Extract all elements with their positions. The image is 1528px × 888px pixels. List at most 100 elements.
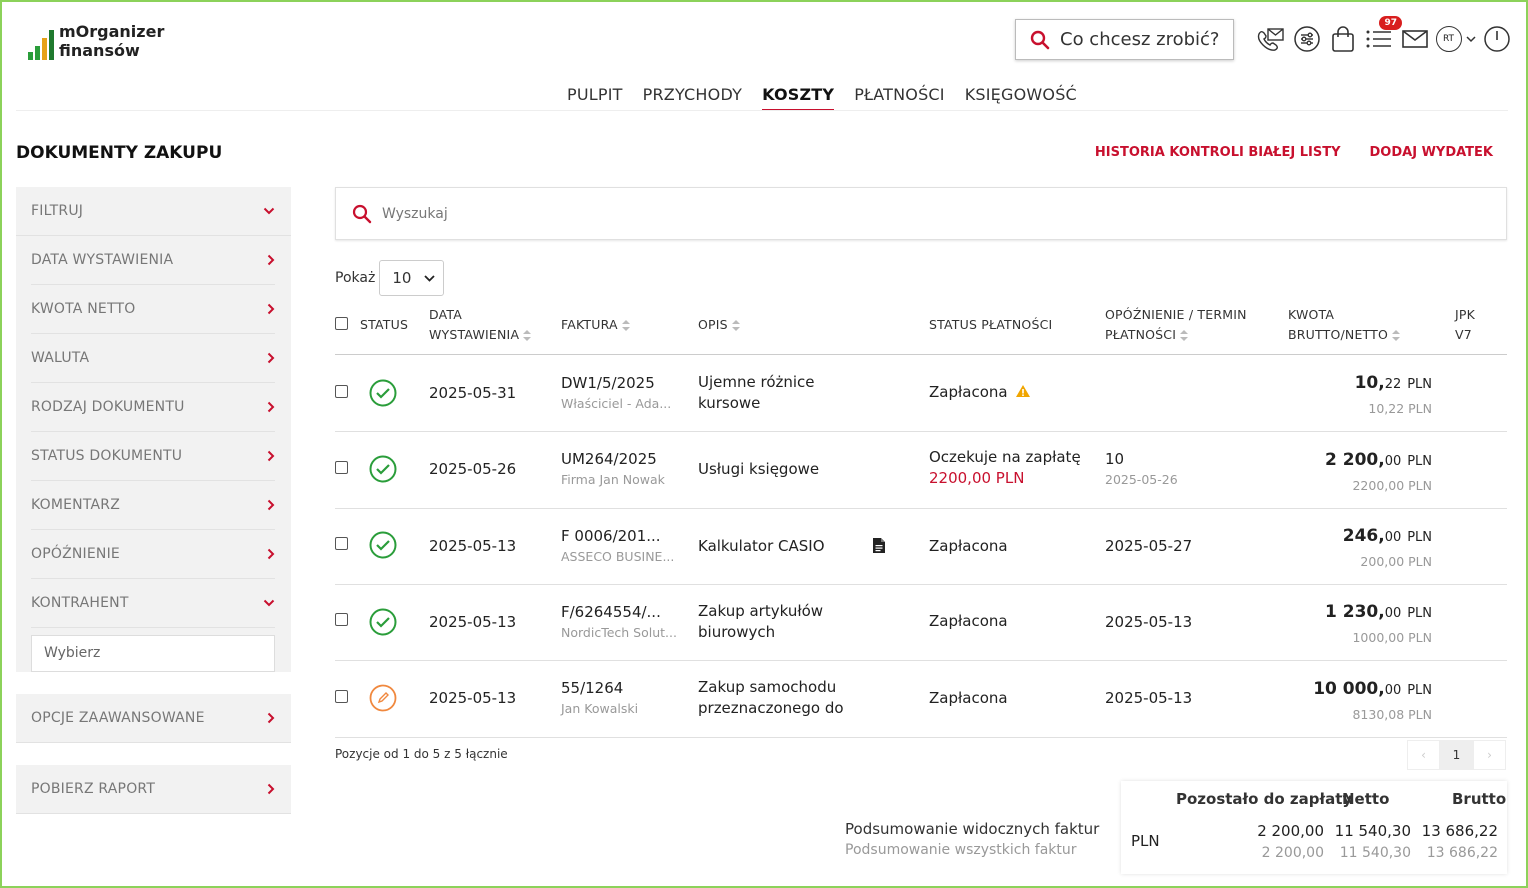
table-search-input[interactable]: Wyszukaj	[335, 187, 1507, 240]
phone-mail-icon[interactable]	[1254, 22, 1288, 56]
prev-page-button[interactable]: ‹	[1407, 740, 1440, 770]
col-description[interactable]: OPIS	[698, 315, 740, 335]
sidebar-item-contractor[interactable]: KONTRAHENT	[31, 579, 275, 628]
advanced-options-label: OPCJE ZAAWANSOWANE	[31, 710, 205, 726]
add-expense-link[interactable]: DODAJ WYDATEK	[1370, 145, 1493, 160]
col-delay[interactable]: OPÓŹNIENIE / TERMIN PŁATNOŚCI	[1105, 305, 1247, 345]
invoice-number[interactable]: 55/1264	[561, 679, 638, 697]
delay-cell: 2025-05-13	[1105, 689, 1193, 707]
table-row[interactable]: 2025-05-13 55/1264 Jan Kowalski Zakup sam…	[335, 661, 1507, 738]
sidebar-item-currency[interactable]: WALUTA	[31, 334, 275, 383]
task-list-icon[interactable]: 97	[1362, 16, 1402, 56]
status-ok-icon	[369, 455, 397, 483]
nav-koszty[interactable]: KOSZTY	[762, 85, 835, 111]
advanced-options-toggle[interactable]: OPCJE ZAAWANSOWANE	[16, 694, 291, 743]
summary-all-label: Podsumowanie wszystkich faktur	[845, 842, 1077, 858]
sidebar-item-net-amount[interactable]: KWOTA NETTO	[31, 285, 275, 334]
contractor-name: Firma Jan Nowak	[561, 472, 665, 487]
summary-all-net: 11 540,30	[1339, 845, 1411, 861]
delay-cell: 2025-05-27	[1105, 537, 1193, 555]
chevron-down-icon	[263, 207, 275, 215]
row-checkbox[interactable]	[335, 613, 348, 626]
invoice-number[interactable]: F/6264554/...	[561, 603, 677, 621]
table-row[interactable]: 2025-05-13 F/6264554/... NordicTech Solut…	[335, 584, 1507, 661]
contractor-select[interactable]: Wybierz	[31, 635, 275, 672]
chevron-down-icon	[1465, 36, 1476, 43]
description: Kalkulator CASIO	[698, 537, 825, 555]
table-row[interactable]: 2025-05-31 DW1/5/2025 Właściciel - Ada...…	[335, 355, 1507, 432]
summary-visible-gross: 13 686,22	[1421, 822, 1498, 840]
chevron-right-icon	[267, 548, 275, 560]
sidebar-item-label: KOMENTARZ	[31, 497, 120, 513]
mail-icon[interactable]	[1398, 22, 1432, 56]
amount-due: 2200,00 PLN	[929, 469, 1025, 487]
sidebar-item-delay[interactable]: OPÓŹNIENIE	[31, 530, 275, 579]
net-amount: 8130,08 PLN	[1352, 707, 1432, 722]
invoice-cell: F 0006/201... ASSECO BUSINE...	[561, 527, 674, 564]
nav-ksiegowosc[interactable]: KSIĘGOWOŚĆ	[965, 85, 1077, 111]
net-amount: 200,00 PLN	[1360, 554, 1432, 569]
power-icon[interactable]	[1480, 22, 1514, 56]
search-icon	[1030, 30, 1050, 49]
contractor-name: Właściciel - Ada...	[561, 396, 672, 411]
warning-icon[interactable]	[1015, 384, 1031, 398]
chevron-down-icon	[263, 599, 275, 607]
app-logo[interactable]: mOrganizer finansów	[28, 22, 164, 60]
invoice-number[interactable]: F 0006/201...	[561, 527, 674, 545]
chevron-right-icon	[267, 303, 275, 315]
col-invoice[interactable]: FAKTURA	[561, 315, 630, 335]
status-ok-icon	[369, 379, 397, 407]
contractor-name: ASSECO BUSINE...	[561, 549, 675, 564]
logo-line2: finansów	[59, 41, 140, 60]
chevron-right-icon	[267, 783, 275, 795]
sidebar-item-label: KWOTA NETTO	[31, 301, 136, 317]
payment-status: Zapłacona	[929, 689, 1008, 707]
summary-visible-remaining: 2 200,00	[1257, 822, 1324, 840]
page-size-select[interactable]: 10	[379, 260, 445, 296]
filter-toggle[interactable]: FILTRUJ	[16, 187, 291, 236]
invoice-number[interactable]: DW1/5/2025	[561, 374, 671, 392]
sidebar-item-issue-date[interactable]: DATA WYSTAWIENIA	[31, 236, 275, 285]
nav-platnosci[interactable]: PŁATNOŚCI	[854, 85, 945, 111]
whitelist-history-link[interactable]: HISTORIA KONTROLI BIAŁEJ LISTY	[1095, 145, 1341, 160]
summary-visible-label: Podsumowanie widocznych faktur	[845, 820, 1100, 838]
payment-status: Zapłacona	[929, 383, 1031, 401]
payment-status: Zapłacona	[929, 537, 1008, 555]
nav-przychody[interactable]: PRZYCHODY	[643, 85, 742, 111]
logo-bars-icon	[28, 26, 54, 60]
col-amount[interactable]: KWOTA BRUTTO/NETTO	[1288, 305, 1401, 345]
sidebar-item-label: WALUTA	[31, 350, 90, 366]
settings-sliders-icon[interactable]	[1290, 22, 1324, 56]
nav-pulpit[interactable]: PULPIT	[567, 85, 623, 111]
row-checkbox[interactable]	[335, 537, 348, 550]
sidebar-item-doc-status[interactable]: STATUS DOKUMENTU	[31, 432, 275, 481]
table-header: STATUS DATA WYSTAWIENIA FAKTURA OPIS STAT…	[335, 300, 1507, 355]
table-row[interactable]: 2025-05-13 F 0006/201... ASSECO BUSINE...…	[335, 508, 1507, 585]
sidebar-item-doc-type[interactable]: RODZAJ DOKUMENTU	[31, 383, 275, 432]
user-menu[interactable]: RT	[1434, 22, 1478, 56]
pagination: ‹ 1 ›	[1407, 740, 1506, 770]
download-report-toggle[interactable]: POBIERZ RAPORT	[16, 765, 291, 814]
shopping-bag-icon[interactable]	[1326, 22, 1360, 56]
summary-all-gross: 13 686,22	[1426, 845, 1498, 861]
col-issue-date[interactable]: DATA WYSTAWIENIA	[429, 305, 532, 345]
net-amount: 2200,00 PLN	[1352, 478, 1432, 493]
select-all-checkbox[interactable]	[335, 317, 348, 330]
row-checkbox[interactable]	[335, 690, 348, 703]
row-checkbox[interactable]	[335, 461, 348, 474]
next-page-button[interactable]: ›	[1473, 740, 1506, 770]
sidebar-item-comment[interactable]: KOMENTARZ	[31, 481, 275, 530]
row-checkbox[interactable]	[335, 385, 348, 398]
page-size-value: 10	[392, 269, 412, 287]
issue-date: 2025-05-26	[429, 460, 517, 478]
page-button[interactable]: 1	[1440, 740, 1473, 770]
invoice-number[interactable]: UM264/2025	[561, 450, 665, 468]
pagination-info: Pozycje od 1 do 5 z 5 łącznie	[335, 747, 508, 761]
status-ok-icon	[369, 531, 397, 559]
command-search[interactable]: Co chcesz zrobić?	[1015, 19, 1234, 60]
sort-icon	[523, 330, 532, 341]
summary-labels: Podsumowanie widocznych faktur Podsumowa…	[845, 820, 1099, 858]
document-attachment-icon[interactable]	[873, 538, 885, 553]
description: Zakup samochodu przeznaczonego do	[698, 678, 844, 717]
table-row[interactable]: 2025-05-26 UM264/2025 Firma Jan Nowak Usł…	[335, 432, 1507, 509]
